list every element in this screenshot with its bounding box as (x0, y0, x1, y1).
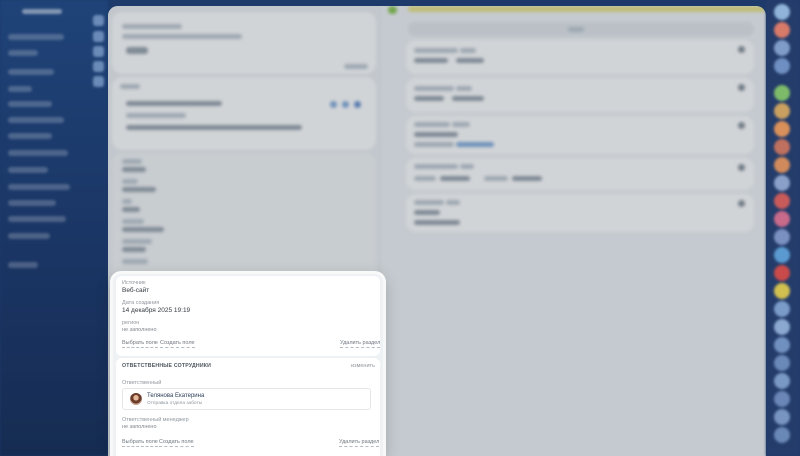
app-icon[interactable] (774, 157, 790, 173)
edit-section-link[interactable]: изменить (351, 363, 375, 369)
avatar[interactable] (774, 4, 790, 20)
create-field-link[interactable]: Создать поле (159, 439, 194, 447)
responsible-label: Ответственный (122, 380, 162, 386)
app-icon[interactable] (774, 427, 790, 443)
counter-badge (93, 76, 104, 87)
nav-item[interactable] (8, 233, 50, 239)
delete-section-link[interactable]: Удалить раздел (340, 340, 381, 348)
nav-item[interactable] (8, 117, 64, 123)
nav-item[interactable] (8, 133, 52, 139)
section-title: ОТВЕТСТВЕННЫЕ СОТРУДНИКИ (122, 363, 212, 369)
app-icon[interactable] (774, 58, 790, 74)
app-icon[interactable] (774, 121, 790, 137)
created-date-value: 14 декабря 2025 19:19 (122, 307, 191, 314)
source-section: Источник Веб-сайт Дата создания 14 декаб… (116, 276, 381, 356)
nav-item[interactable] (8, 101, 52, 107)
app-icon[interactable] (774, 265, 790, 281)
app-icon[interactable] (774, 391, 790, 407)
app-icon[interactable] (774, 211, 790, 227)
region-value[interactable]: не заполнено (122, 327, 157, 333)
app-icon[interactable] (774, 319, 790, 335)
manager-value[interactable]: не заполнено (122, 424, 157, 430)
app-icon[interactable] (774, 40, 790, 56)
app-icon[interactable] (774, 175, 790, 191)
app-icon[interactable] (774, 301, 790, 317)
avatar (130, 393, 142, 405)
nav-item[interactable] (8, 50, 38, 56)
app-icon[interactable] (774, 373, 790, 389)
counter-badge (93, 46, 104, 57)
nav-item[interactable] (8, 184, 70, 190)
crm-logo (22, 9, 62, 14)
nav-item[interactable] (8, 262, 38, 268)
nav-item[interactable] (8, 86, 32, 92)
person-position: Отправка отдела заботы (147, 401, 203, 406)
nav-item[interactable] (8, 200, 56, 206)
manager-label: Ответственный менеджер (122, 417, 189, 423)
app-icon[interactable] (774, 409, 790, 425)
counter-badge (93, 31, 104, 42)
source-label: Источник (122, 280, 146, 286)
app-icon[interactable] (774, 193, 790, 209)
choose-field-link[interactable]: Выбрать поле (122, 439, 158, 447)
highlighted-fields-card: Источник Веб-сайт Дата создания 14 декаб… (113, 274, 383, 456)
app-icon[interactable] (774, 355, 790, 371)
nav-item[interactable] (8, 69, 54, 75)
counter-badge (93, 15, 104, 26)
chat-icon[interactable] (774, 22, 790, 38)
right-app-bar (766, 0, 800, 456)
app-icon[interactable] (774, 139, 790, 155)
region-label: регион (122, 320, 140, 326)
app-icon[interactable] (774, 337, 790, 353)
app-icon[interactable] (774, 229, 790, 245)
person-name[interactable]: Телянова Екатерина (147, 393, 204, 399)
source-value[interactable]: Веб-сайт (122, 287, 149, 294)
create-field-link[interactable]: Создать поле (160, 340, 195, 348)
counter-badge (93, 61, 104, 72)
app-icon[interactable] (774, 85, 790, 101)
app-icon[interactable] (774, 103, 790, 119)
responsible-section: ОТВЕТСТВЕННЫЕ СОТРУДНИКИ изменить Ответс… (116, 358, 380, 456)
left-navigation (0, 0, 108, 456)
created-date-label: Дата создания (122, 300, 160, 306)
nav-item[interactable] (8, 34, 64, 40)
nav-item[interactable] (8, 216, 66, 222)
delete-section-link[interactable]: Удалить раздел (339, 439, 380, 447)
nav-item[interactable] (8, 167, 48, 173)
choose-field-link[interactable]: Выбрать поле (122, 340, 158, 348)
responsible-person[interactable]: Телянова Екатерина Отправка отдела забот… (122, 388, 371, 410)
app-icon[interactable] (774, 283, 790, 299)
nav-item[interactable] (8, 150, 68, 156)
app-icon[interactable] (774, 247, 790, 263)
